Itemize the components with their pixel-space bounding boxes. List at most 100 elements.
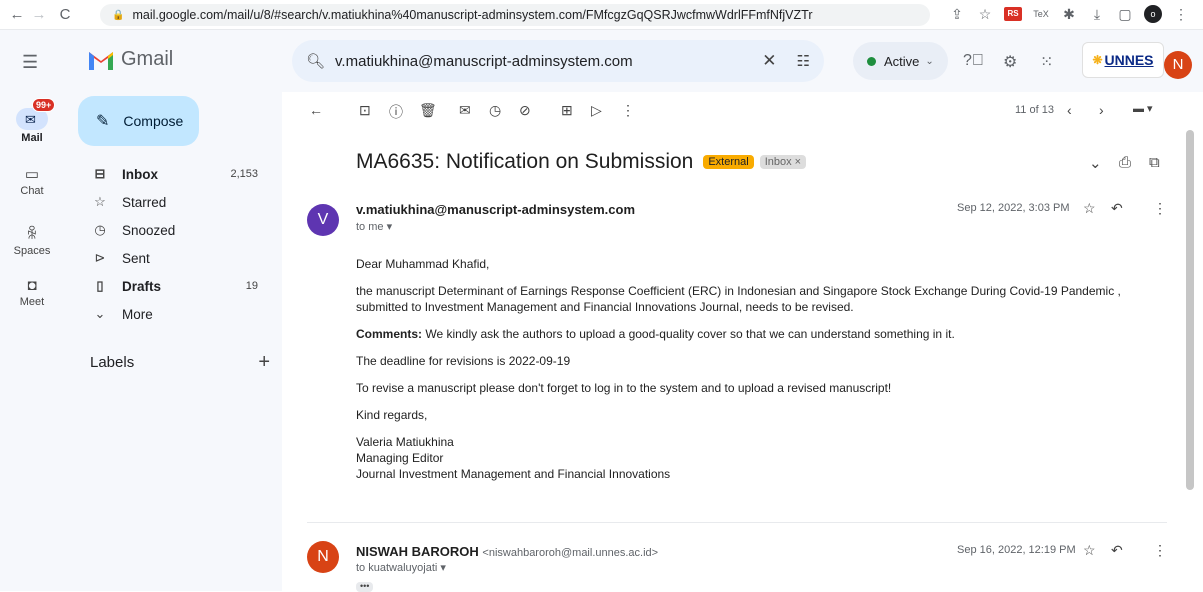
sidebar-item-label: Sent	[122, 250, 150, 266]
share-icon[interactable]: ⇪	[948, 6, 966, 23]
browser-profile-icon[interactable]: o	[1144, 5, 1162, 23]
organization-logo[interactable]: ❋ UNNES	[1082, 42, 1164, 78]
sidebar-item-starred[interactable]: ☆ Starred	[64, 188, 276, 216]
move-to-icon[interactable]: ⊞	[561, 102, 573, 119]
archive-icon[interactable]: ⊡	[359, 102, 371, 119]
search-bar[interactable]: 🔍︎ v.matiukhina@manuscript-adminsystem.c…	[292, 40, 824, 82]
newer-icon[interactable]: ‹	[1067, 102, 1072, 118]
browser-menu-icon[interactable]: ⋮	[1172, 6, 1190, 23]
print-icon[interactable]: ⎙	[1119, 154, 1131, 171]
extension-tex-icon[interactable]: TeX	[1032, 9, 1050, 19]
recipient-line[interactable]: to me ▾	[356, 220, 392, 233]
message-toolbar: ← ⊡ ⓘ 🗑︎ ✉ ◷ ⊘ ⊞ ▷ ⋮ 11 of 13 ‹ › ▬ ▾	[293, 92, 1203, 130]
url-text: mail.google.com/mail/u/8/#search/v.matiu…	[132, 8, 813, 22]
more-actions-icon[interactable]: ⋮	[621, 102, 635, 119]
address-bar[interactable]: 🔒 mail.google.com/mail/u/8/#search/v.mat…	[100, 4, 930, 26]
older-icon[interactable]: ›	[1099, 102, 1104, 118]
message-more-icon[interactable]: ⋮	[1153, 542, 1167, 559]
back-arrow-icon[interactable]: ←	[6, 6, 28, 23]
search-icon[interactable]: 🔍︎	[306, 52, 325, 70]
snooze-icon[interactable]: ◷	[489, 102, 501, 119]
chevron-down-icon: ▾	[386, 221, 393, 233]
sidebar-item-more[interactable]: ⌄ More	[64, 300, 276, 328]
forward-arrow-icon[interactable]: →	[28, 6, 50, 23]
clear-search-icon[interactable]: ✕	[762, 51, 776, 71]
add-task-icon[interactable]: ⊘	[519, 102, 531, 119]
sidebar-item-label: Snoozed	[122, 222, 176, 238]
rail-meet-label: Meet	[19, 296, 45, 308]
sender-name-2[interactable]: NISWAH BAROROH <niswahbaroroh@mail.unnes…	[356, 544, 658, 559]
search-options-icon[interactable]: ☷	[797, 52, 810, 70]
chat-icon: ▭	[24, 166, 40, 183]
add-label-icon[interactable]: +	[258, 351, 270, 374]
recipient-text: to me	[356, 221, 384, 233]
sender-avatar[interactable]: N	[307, 541, 339, 573]
status-dropdown[interactable]: Active ⌄	[853, 42, 948, 80]
inbox-tag[interactable]: Inbox ×	[759, 155, 807, 169]
reply-icon[interactable]: ↶	[1111, 542, 1123, 559]
apps-grid-icon[interactable]: ⁙	[1040, 52, 1053, 72]
puzzle-icon[interactable]: ✱	[1060, 6, 1078, 23]
sidebar-item-snoozed[interactable]: ◷ Snoozed	[64, 216, 276, 244]
sidebar-item-inbox[interactable]: ⊟ Inbox 2,153	[64, 160, 276, 188]
help-icon[interactable]: ?⃝	[963, 52, 984, 70]
message-body: Dear Muhammad Khafid, the manuscript Det…	[356, 256, 1166, 482]
unread-badge: 99+	[32, 98, 56, 112]
sender-name[interactable]: v.matiukhina@manuscript-adminsystem.com	[356, 202, 635, 217]
back-to-list-icon[interactable]: ←	[309, 102, 323, 118]
star-icon[interactable]: ☆	[1083, 542, 1096, 559]
body-paragraph: the manuscript Determinant of Earnings R…	[356, 284, 1121, 314]
sidebar-item-sent[interactable]: ⊳ Sent	[64, 244, 276, 272]
recipient-text: to kuatwaluyojati	[356, 562, 438, 574]
search-input[interactable]: v.matiukhina@manuscript-adminsystem.com	[335, 53, 762, 70]
gmail-logo[interactable]: Gmail	[87, 48, 173, 71]
message-more-icon[interactable]: ⋮	[1153, 200, 1167, 217]
label-icon[interactable]: ▷	[591, 102, 602, 119]
chevron-down-icon: ▾	[440, 562, 446, 574]
rail-mail[interactable]: ✉ 99+ Mail	[0, 98, 64, 144]
rail-chat-label: Chat	[20, 185, 44, 197]
email-view: ← ⊡ ⓘ 🗑︎ ✉ ◷ ⊘ ⊞ ▷ ⋮ 11 of 13 ‹ › ▬ ▾ MA…	[293, 92, 1203, 592]
input-tools-icon[interactable]: ▬ ▾	[1133, 102, 1153, 115]
signature-title: Managing Editor	[356, 451, 444, 465]
rail-meet[interactable]: ◘ Meet	[0, 277, 64, 308]
split-view-icon[interactable]: ▢	[1116, 6, 1134, 23]
rail-spaces[interactable]: ꆜ Spaces	[0, 223, 64, 257]
main-menu-icon[interactable]: ☰	[22, 52, 38, 73]
sender-avatar[interactable]: V	[307, 204, 339, 236]
reload-icon[interactable]: C	[54, 6, 76, 23]
closing: Kind regards,	[356, 408, 428, 422]
signature-org: Journal Investment Management and Financ…	[356, 467, 671, 481]
remove-label-icon[interactable]: ×	[795, 156, 801, 168]
download-icon[interactable]: ⤓	[1088, 6, 1106, 23]
star-icon[interactable]: ☆	[1083, 200, 1096, 217]
sidebar: ✎ Compose ⊟ Inbox 2,153 ☆ Starred ◷ Snoo…	[64, 92, 282, 591]
extension-icon[interactable]: RS	[1004, 7, 1022, 21]
labels-title: Labels	[90, 354, 135, 371]
bookmark-star-icon[interactable]: ☆	[976, 6, 994, 23]
org-emblem-icon: ❋	[1092, 53, 1103, 67]
report-spam-icon[interactable]: ⓘ	[389, 102, 403, 122]
scrollbar[interactable]	[1186, 130, 1194, 490]
rail-chat[interactable]: ▭ Chat	[0, 165, 64, 197]
gmail-header: ☰ Gmail 🔍︎ v.matiukhina@manuscript-admin…	[0, 30, 1203, 92]
meet-camera-icon: ◘	[27, 277, 37, 294]
mark-unread-icon[interactable]: ✉	[459, 102, 471, 119]
expand-all-icon[interactable]: ⌄	[1089, 154, 1102, 172]
pagination-count: 11 of 13	[1015, 104, 1054, 116]
labels-header: Labels +	[90, 351, 270, 374]
mail-pill: ✉ 99+	[16, 98, 56, 130]
inbox-count: 2,153	[230, 168, 258, 180]
settings-gear-icon[interactable]: ⚙	[1003, 52, 1017, 72]
compose-button[interactable]: ✎ Compose	[78, 96, 199, 146]
account-avatar[interactable]: N	[1164, 51, 1192, 79]
compose-label: Compose	[123, 113, 184, 129]
app-rail: ✉ 99+ Mail ▭ Chat ꆜ Spaces ◘ Meet	[0, 92, 64, 591]
delete-icon[interactable]: 🗑︎	[419, 102, 437, 119]
open-new-window-icon[interactable]: ⧉	[1149, 154, 1160, 171]
reply-icon[interactable]: ↶	[1111, 200, 1123, 217]
sidebar-item-label: Starred	[122, 194, 167, 210]
draft-icon: ▯	[96, 278, 104, 293]
sidebar-item-drafts[interactable]: ▯ Drafts 19	[64, 272, 276, 300]
recipient-line[interactable]: to kuatwaluyojati ▾	[356, 561, 446, 574]
